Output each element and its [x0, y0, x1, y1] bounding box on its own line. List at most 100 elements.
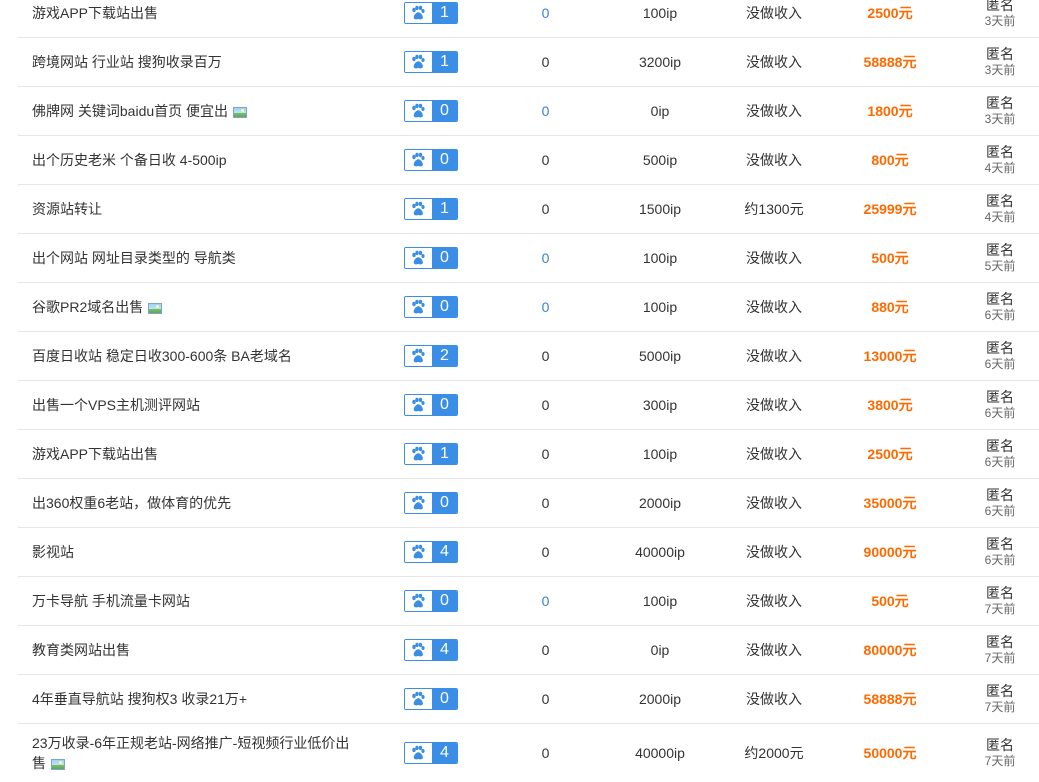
- seller-name: 匿名: [986, 193, 1014, 209]
- listing-title[interactable]: 资源站转让: [32, 185, 362, 233]
- baidu-weight-badge[interactable]: 1: [404, 185, 458, 233]
- listing-title-text[interactable]: 4年垂直导航站 搜狗权3 收录21万+: [32, 691, 247, 707]
- table-row: 谷歌PR2域名出售 0 0 100ip 没做收入 880元 匿名 6天前: [18, 283, 1039, 332]
- listing-title[interactable]: 跨境网站 行业站 搜狗收录百万: [32, 38, 362, 86]
- baidu-weight-badge[interactable]: 1: [404, 38, 458, 86]
- price: 800元: [871, 152, 909, 168]
- links-count: 0: [541, 5, 550, 21]
- baidu-paw-icon: [405, 52, 432, 72]
- baidu-weight-badge[interactable]: 1: [404, 0, 458, 37]
- listing-title-text[interactable]: 谷歌PR2域名出售: [32, 299, 143, 315]
- income: 约2000元: [744, 745, 804, 761]
- baidu-weight-value: 1: [431, 3, 457, 23]
- price: 2500元: [867, 446, 913, 462]
- post-time: 3天前: [984, 14, 1016, 28]
- listing-title-text[interactable]: 百度日收站 稳定日收300-600条 BA老域名: [32, 348, 292, 364]
- listing-title-text[interactable]: 游戏APP下载站出售: [32, 5, 158, 21]
- listing-title-text[interactable]: 万卡导航 手机流量卡网站: [32, 593, 190, 609]
- links-count: 0: [541, 299, 550, 315]
- post-time: 5天前: [984, 259, 1016, 273]
- baidu-paw-icon: [405, 297, 432, 317]
- baidu-weight-badge[interactable]: 0: [404, 675, 458, 723]
- listing-title[interactable]: 4年垂直导航站 搜狗权3 收录21万+: [32, 675, 362, 723]
- listing-title-text[interactable]: 出360权重6老站，做体育的优先: [32, 495, 231, 511]
- listing-title[interactable]: 游戏APP下载站出售: [32, 0, 362, 37]
- seller-name: 匿名: [986, 291, 1014, 307]
- baidu-weight-badge[interactable]: 0: [404, 577, 458, 625]
- baidu-weight-value: 0: [431, 689, 457, 709]
- income: 约1300元: [744, 201, 804, 217]
- post-time: 7天前: [984, 754, 1016, 768]
- table-row: 万卡导航 手机流量卡网站 0 0 100ip 没做收入 500元 匿名 7天前: [18, 577, 1039, 626]
- listing-title-text[interactable]: 跨境网站 行业站 搜狗收录百万: [32, 54, 222, 70]
- listing-title[interactable]: 23万收录-6年正规老站-网络推广-短视频行业低价出售: [32, 724, 352, 782]
- seller-info: 匿名 4天前: [968, 185, 1032, 233]
- links-count: 0: [541, 691, 550, 707]
- daily-ip: 100ip: [642, 250, 678, 266]
- baidu-weight-badge[interactable]: 0: [404, 87, 458, 135]
- listing-title-text[interactable]: 教育类网站出售: [32, 642, 130, 658]
- baidu-weight-badge[interactable]: 2: [404, 332, 458, 380]
- listing-title[interactable]: 出个历史老米 个备日收 4-500ip: [32, 136, 362, 184]
- baidu-weight-badge[interactable]: 0: [404, 381, 458, 429]
- daily-ip: 100ip: [642, 5, 678, 21]
- daily-ip: 100ip: [642, 593, 678, 609]
- baidu-weight-value: 1: [431, 444, 457, 464]
- listing-title[interactable]: 谷歌PR2域名出售: [32, 283, 362, 331]
- baidu-paw-icon: [405, 743, 432, 763]
- seller-info: 匿名 3天前: [968, 38, 1032, 86]
- income: 没做收入: [746, 250, 802, 266]
- baidu-weight-value: 0: [431, 150, 457, 170]
- listing-title[interactable]: 教育类网站出售: [32, 626, 362, 674]
- baidu-weight-badge[interactable]: 1: [404, 430, 458, 478]
- listing-title-text[interactable]: 资源站转让: [32, 201, 102, 217]
- baidu-weight-badge[interactable]: 4: [404, 724, 458, 782]
- baidu-weight-badge[interactable]: 0: [404, 479, 458, 527]
- income: 没做收入: [746, 495, 802, 511]
- listing-title[interactable]: 游戏APP下载站出售: [32, 430, 362, 478]
- image-icon: [51, 758, 65, 770]
- baidu-weight-value: 0: [431, 591, 457, 611]
- table-row: 游戏APP下载站出售 1 0 100ip 没做收入 2500元 匿名 3天前: [18, 0, 1039, 38]
- baidu-weight-badge[interactable]: 0: [404, 136, 458, 184]
- listing-title[interactable]: 万卡导航 手机流量卡网站: [32, 577, 362, 625]
- daily-ip: 2000ip: [638, 495, 682, 511]
- baidu-paw-icon: [405, 542, 432, 562]
- baidu-paw-icon: [405, 346, 432, 366]
- post-time: 3天前: [984, 63, 1016, 77]
- baidu-weight-value: 1: [431, 52, 457, 72]
- post-time: 7天前: [984, 602, 1016, 616]
- listing-title-text[interactable]: 出售一个VPS主机测评网站: [32, 397, 200, 413]
- baidu-weight-badge[interactable]: 0: [404, 234, 458, 282]
- listing-title[interactable]: 出个网站 网址目录类型的 导航类: [32, 234, 362, 282]
- seller-info: 匿名 3天前: [968, 87, 1032, 135]
- links-count: 0: [541, 152, 550, 168]
- price: 3800元: [867, 397, 913, 413]
- listing-title-text[interactable]: 游戏APP下载站出售: [32, 446, 158, 462]
- baidu-paw-icon: [405, 3, 432, 23]
- post-time: 6天前: [984, 357, 1016, 371]
- baidu-weight-badge[interactable]: 4: [404, 626, 458, 674]
- listing-title-text[interactable]: 出个网站 网址目录类型的 导航类: [32, 250, 236, 266]
- listing-title-text[interactable]: 佛牌网 关键词baidu首页 便宜出: [32, 103, 228, 119]
- table-row: 出360权重6老站，做体育的优先 0 0 2000ip 没做收入 35000元 …: [18, 479, 1039, 528]
- listing-title-text[interactable]: 出个历史老米 个备日收 4-500ip: [32, 152, 226, 168]
- listing-title-text[interactable]: 23万收录-6年正规老站-网络推广-短视频行业低价出售: [32, 735, 349, 771]
- seller-name: 匿名: [986, 683, 1014, 699]
- baidu-weight-badge[interactable]: 0: [404, 283, 458, 331]
- listing-title-text[interactable]: 影视站: [32, 544, 74, 560]
- listing-title[interactable]: 出360权重6老站，做体育的优先: [32, 479, 362, 527]
- listing-title[interactable]: 百度日收站 稳定日收300-600条 BA老域名: [32, 332, 362, 380]
- baidu-paw-icon: [405, 395, 432, 415]
- post-time: 7天前: [984, 651, 1016, 665]
- seller-info: 匿名 6天前: [968, 528, 1032, 576]
- listing-title[interactable]: 影视站: [32, 528, 362, 576]
- listing-title[interactable]: 佛牌网 关键词baidu首页 便宜出: [32, 87, 362, 135]
- links-count: 0: [541, 250, 550, 266]
- price: 35000元: [863, 495, 917, 511]
- seller-info: 匿名 6天前: [968, 479, 1032, 527]
- seller-info: 匿名 6天前: [968, 332, 1032, 380]
- baidu-paw-icon: [405, 444, 432, 464]
- listing-title[interactable]: 出售一个VPS主机测评网站: [32, 381, 362, 429]
- baidu-weight-badge[interactable]: 4: [404, 528, 458, 576]
